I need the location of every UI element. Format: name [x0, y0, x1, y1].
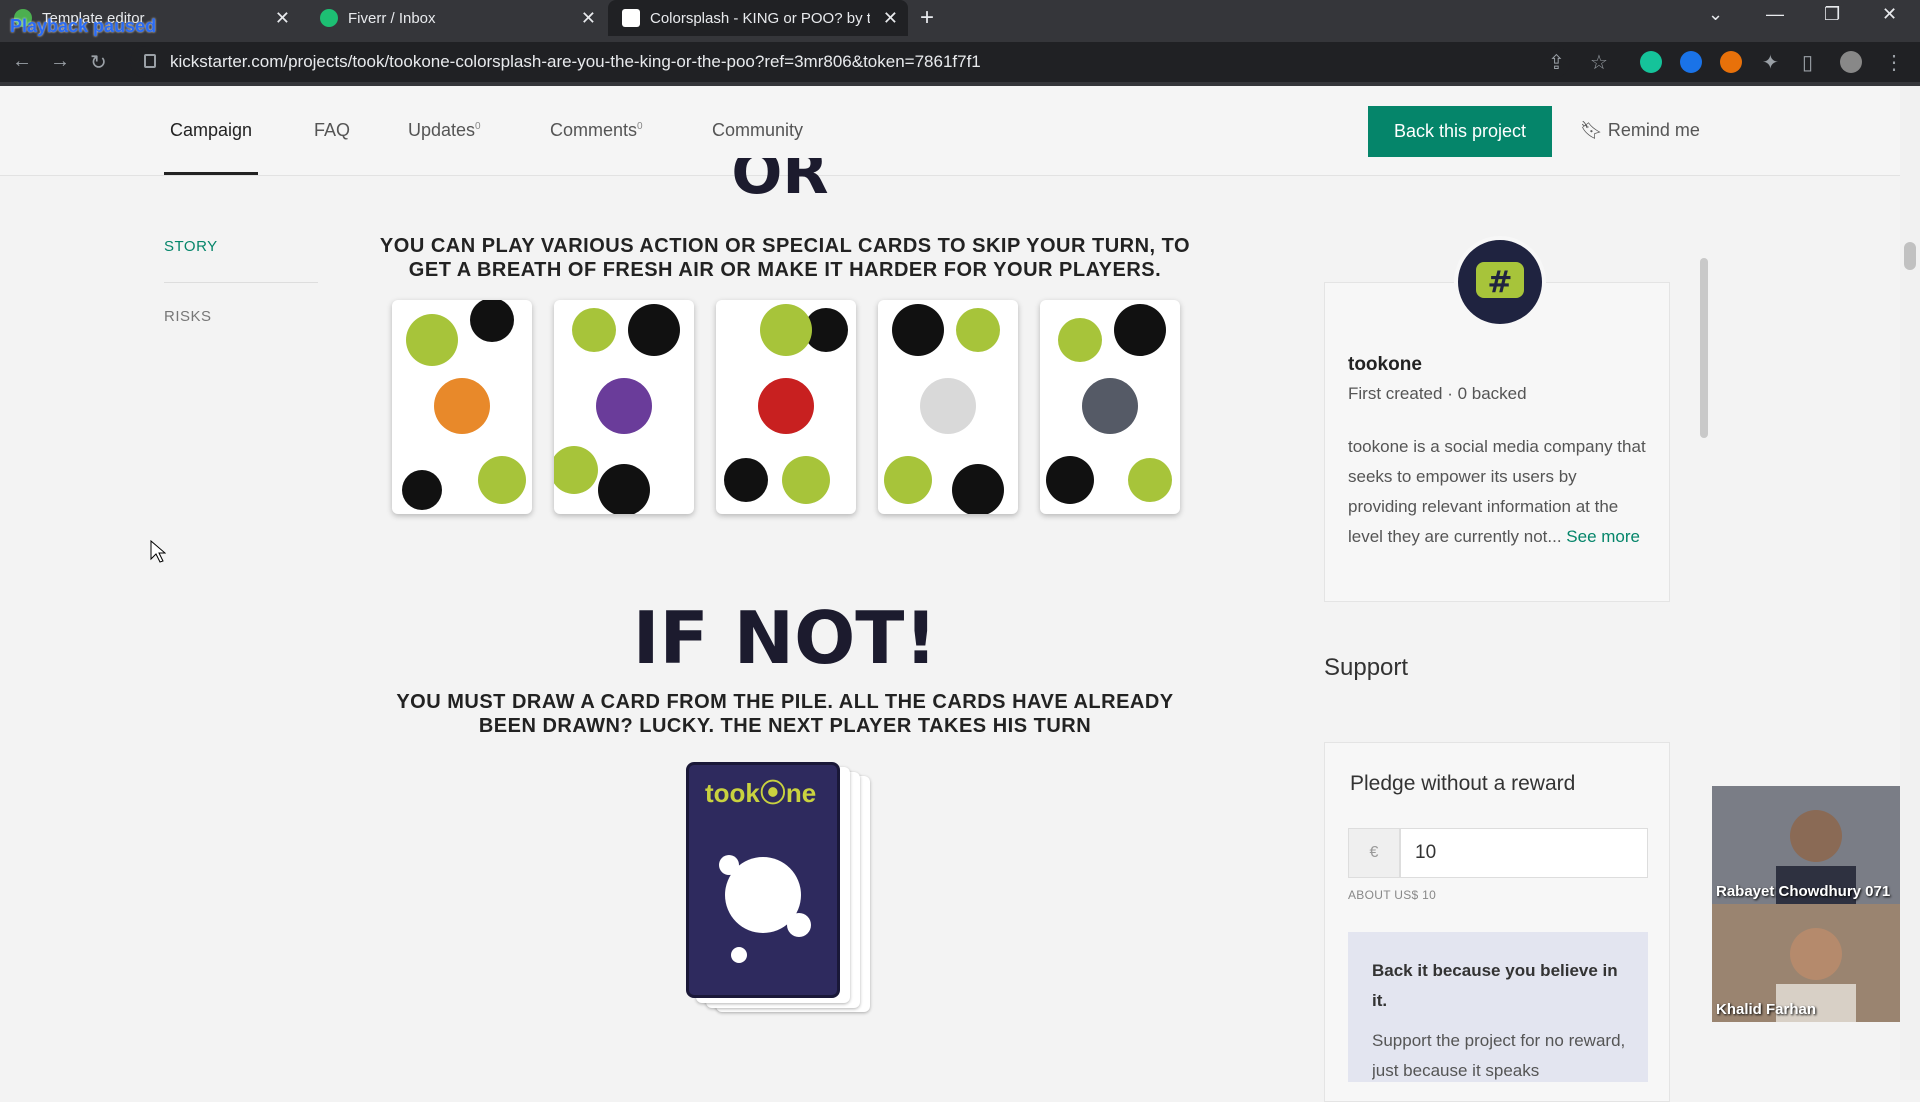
- close-tab-icon[interactable]: ✕: [581, 8, 596, 29]
- hashtag-chat-icon: #: [1476, 262, 1524, 300]
- url-field[interactable]: kickstarter.com/projects/took/tookone-co…: [130, 46, 1570, 78]
- extensions-puzzle-icon[interactable]: ✦: [1762, 50, 1779, 75]
- currency-symbol: €: [1348, 828, 1400, 878]
- creator-avatar[interactable]: #: [1454, 236, 1546, 328]
- tab-title: Fiverr / Inbox: [348, 9, 436, 27]
- tab-updates[interactable]: Updates0: [408, 120, 481, 141]
- or-heading: OR: [731, 158, 829, 202]
- draw-cards-icon: [596, 378, 652, 434]
- page-scrollbar[interactable]: [1900, 86, 1920, 1080]
- close-tab-icon[interactable]: ✕: [275, 8, 290, 29]
- extension-icon[interactable]: [1720, 51, 1742, 73]
- svg-text:#: #: [1487, 265, 1512, 300]
- minimize-icon[interactable]: —: [1766, 4, 1784, 25]
- bomb-icon: [1082, 378, 1138, 434]
- sidenav-divider: [164, 282, 318, 283]
- reload-icon[interactable]: ↻: [90, 50, 107, 75]
- pledge-title: Pledge without a reward: [1350, 772, 1576, 795]
- kickstarter-favicon-icon: [622, 9, 640, 27]
- believe-title: Back it because you believe in it.: [1372, 961, 1618, 1010]
- tab-title: Colorsplash - KING or POO? by t: [650, 9, 870, 27]
- page-scroll-thumb[interactable]: [1904, 242, 1916, 270]
- video-tile-rabayet: Rabayet Chowdhury 071: [1712, 786, 1920, 904]
- restore-icon[interactable]: ❐: [1824, 4, 1840, 25]
- tab-fiverr-inbox[interactable]: Fiverr / Inbox ✕: [306, 0, 606, 36]
- tab-comments[interactable]: Comments0: [550, 120, 643, 141]
- action-card: [392, 300, 532, 514]
- if-not-heading: IF NOT!: [632, 596, 938, 680]
- fresh-air-icon: [920, 378, 976, 434]
- menu-kebab-icon[interactable]: ⋮: [1884, 50, 1904, 75]
- support-heading: Support: [1324, 654, 1409, 681]
- about-usd: ABOUT US$ 10: [1348, 888, 1437, 902]
- pledge-amount-input[interactable]: 10: [1400, 828, 1648, 878]
- participant-name: Rabayet Chowdhury 071: [1716, 883, 1891, 900]
- sidebar-scroll-thumb[interactable]: [1700, 258, 1708, 438]
- active-tab-indicator: [164, 172, 258, 175]
- browser-chrome: Template editor ✕ Playback paused Fiverr…: [0, 0, 1920, 86]
- fiverr-favicon-icon: [320, 9, 338, 27]
- if-not-caption: YOU MUST DRAW A CARD FROM THE PILE. ALL …: [396, 691, 1174, 737]
- address-bar-row: ← → ↻ kickstarter.com/projects/took/took…: [0, 42, 1920, 82]
- skip-icon: [434, 378, 490, 434]
- comments-count: 0: [637, 121, 643, 132]
- believe-body: Support the project for no reward, just …: [1372, 1031, 1626, 1080]
- playback-paused-overlay: Playback paused: [10, 16, 157, 36]
- creator-bio: tookone is a social media company that s…: [1348, 432, 1648, 552]
- close-window-icon[interactable]: ✕: [1882, 4, 1897, 25]
- url-text: kickstarter.com/projects/took/tookone-co…: [170, 52, 981, 71]
- mouse-cursor-icon: [150, 540, 166, 563]
- share-icon[interactable]: ⇪: [1548, 50, 1565, 75]
- page: Campaign FAQ Updates0 Comments0 Communit…: [0, 86, 1920, 1102]
- remind-me-button[interactable]: 🔖︎ Remind me: [1580, 120, 1700, 141]
- grammarly-extension-icon[interactable]: [1640, 51, 1662, 73]
- tab-comments-label: Comments: [550, 120, 638, 140]
- video-tile-khalid: Khalid Farhan: [1712, 904, 1920, 1022]
- white-splash-icon: [719, 855, 811, 963]
- action-card: [716, 300, 856, 514]
- updates-count: 0: [475, 121, 481, 132]
- action-card: [554, 300, 694, 514]
- bookmark-icon: 🔖︎: [1580, 120, 1608, 140]
- sidenav-risks[interactable]: RISKS: [164, 308, 212, 325]
- tab-campaign[interactable]: Campaign: [170, 120, 252, 141]
- back-arrow-icon[interactable]: ←: [12, 50, 32, 73]
- deck-top-card: took⦿ne: [686, 762, 840, 998]
- tab-community[interactable]: Community: [712, 120, 803, 141]
- campaign-nav: Campaign FAQ Updates0 Comments0 Communit…: [0, 86, 1900, 176]
- or-caption: YOU CAN PLAY VARIOUS ACTION OR SPECIAL C…: [379, 235, 1191, 281]
- tab-search-icon[interactable]: ⌄: [1708, 4, 1723, 25]
- extension-icon[interactable]: [1680, 51, 1702, 73]
- sidenav-story[interactable]: STORY: [164, 238, 218, 255]
- card-pile: took⦿ne: [686, 762, 870, 1012]
- no-card-icon: [758, 378, 814, 434]
- back-this-project-button[interactable]: Back this project: [1368, 106, 1552, 157]
- creator-meta: First created · 0 backed: [1348, 384, 1527, 403]
- participant-name: Khalid Farhan: [1716, 1001, 1817, 1018]
- side-panel-icon[interactable]: ▯: [1802, 50, 1813, 75]
- tab-faq[interactable]: FAQ: [314, 120, 350, 141]
- remind-me-label: Remind me: [1607, 120, 1700, 140]
- action-card: [1040, 300, 1180, 514]
- close-tab-icon[interactable]: ✕: [883, 8, 898, 29]
- creator-name[interactable]: tookone: [1348, 354, 1422, 376]
- tab-strip: Template editor ✕ Playback paused Fiverr…: [0, 0, 1920, 36]
- tab-updates-label: Updates: [408, 120, 476, 140]
- see-more-link[interactable]: See more: [1566, 527, 1640, 546]
- new-tab-icon[interactable]: +: [920, 4, 934, 32]
- tab-colorsplash[interactable]: Colorsplash - KING or POO? by t ✕: [608, 0, 908, 36]
- profile-avatar-icon[interactable]: [1840, 51, 1862, 73]
- bookmark-star-icon[interactable]: ☆: [1590, 50, 1608, 75]
- lock-icon: [144, 54, 156, 68]
- sidebar-scrollbar[interactable]: [1698, 242, 1708, 1002]
- forward-arrow-icon[interactable]: →: [50, 50, 70, 73]
- action-card: [878, 300, 1018, 514]
